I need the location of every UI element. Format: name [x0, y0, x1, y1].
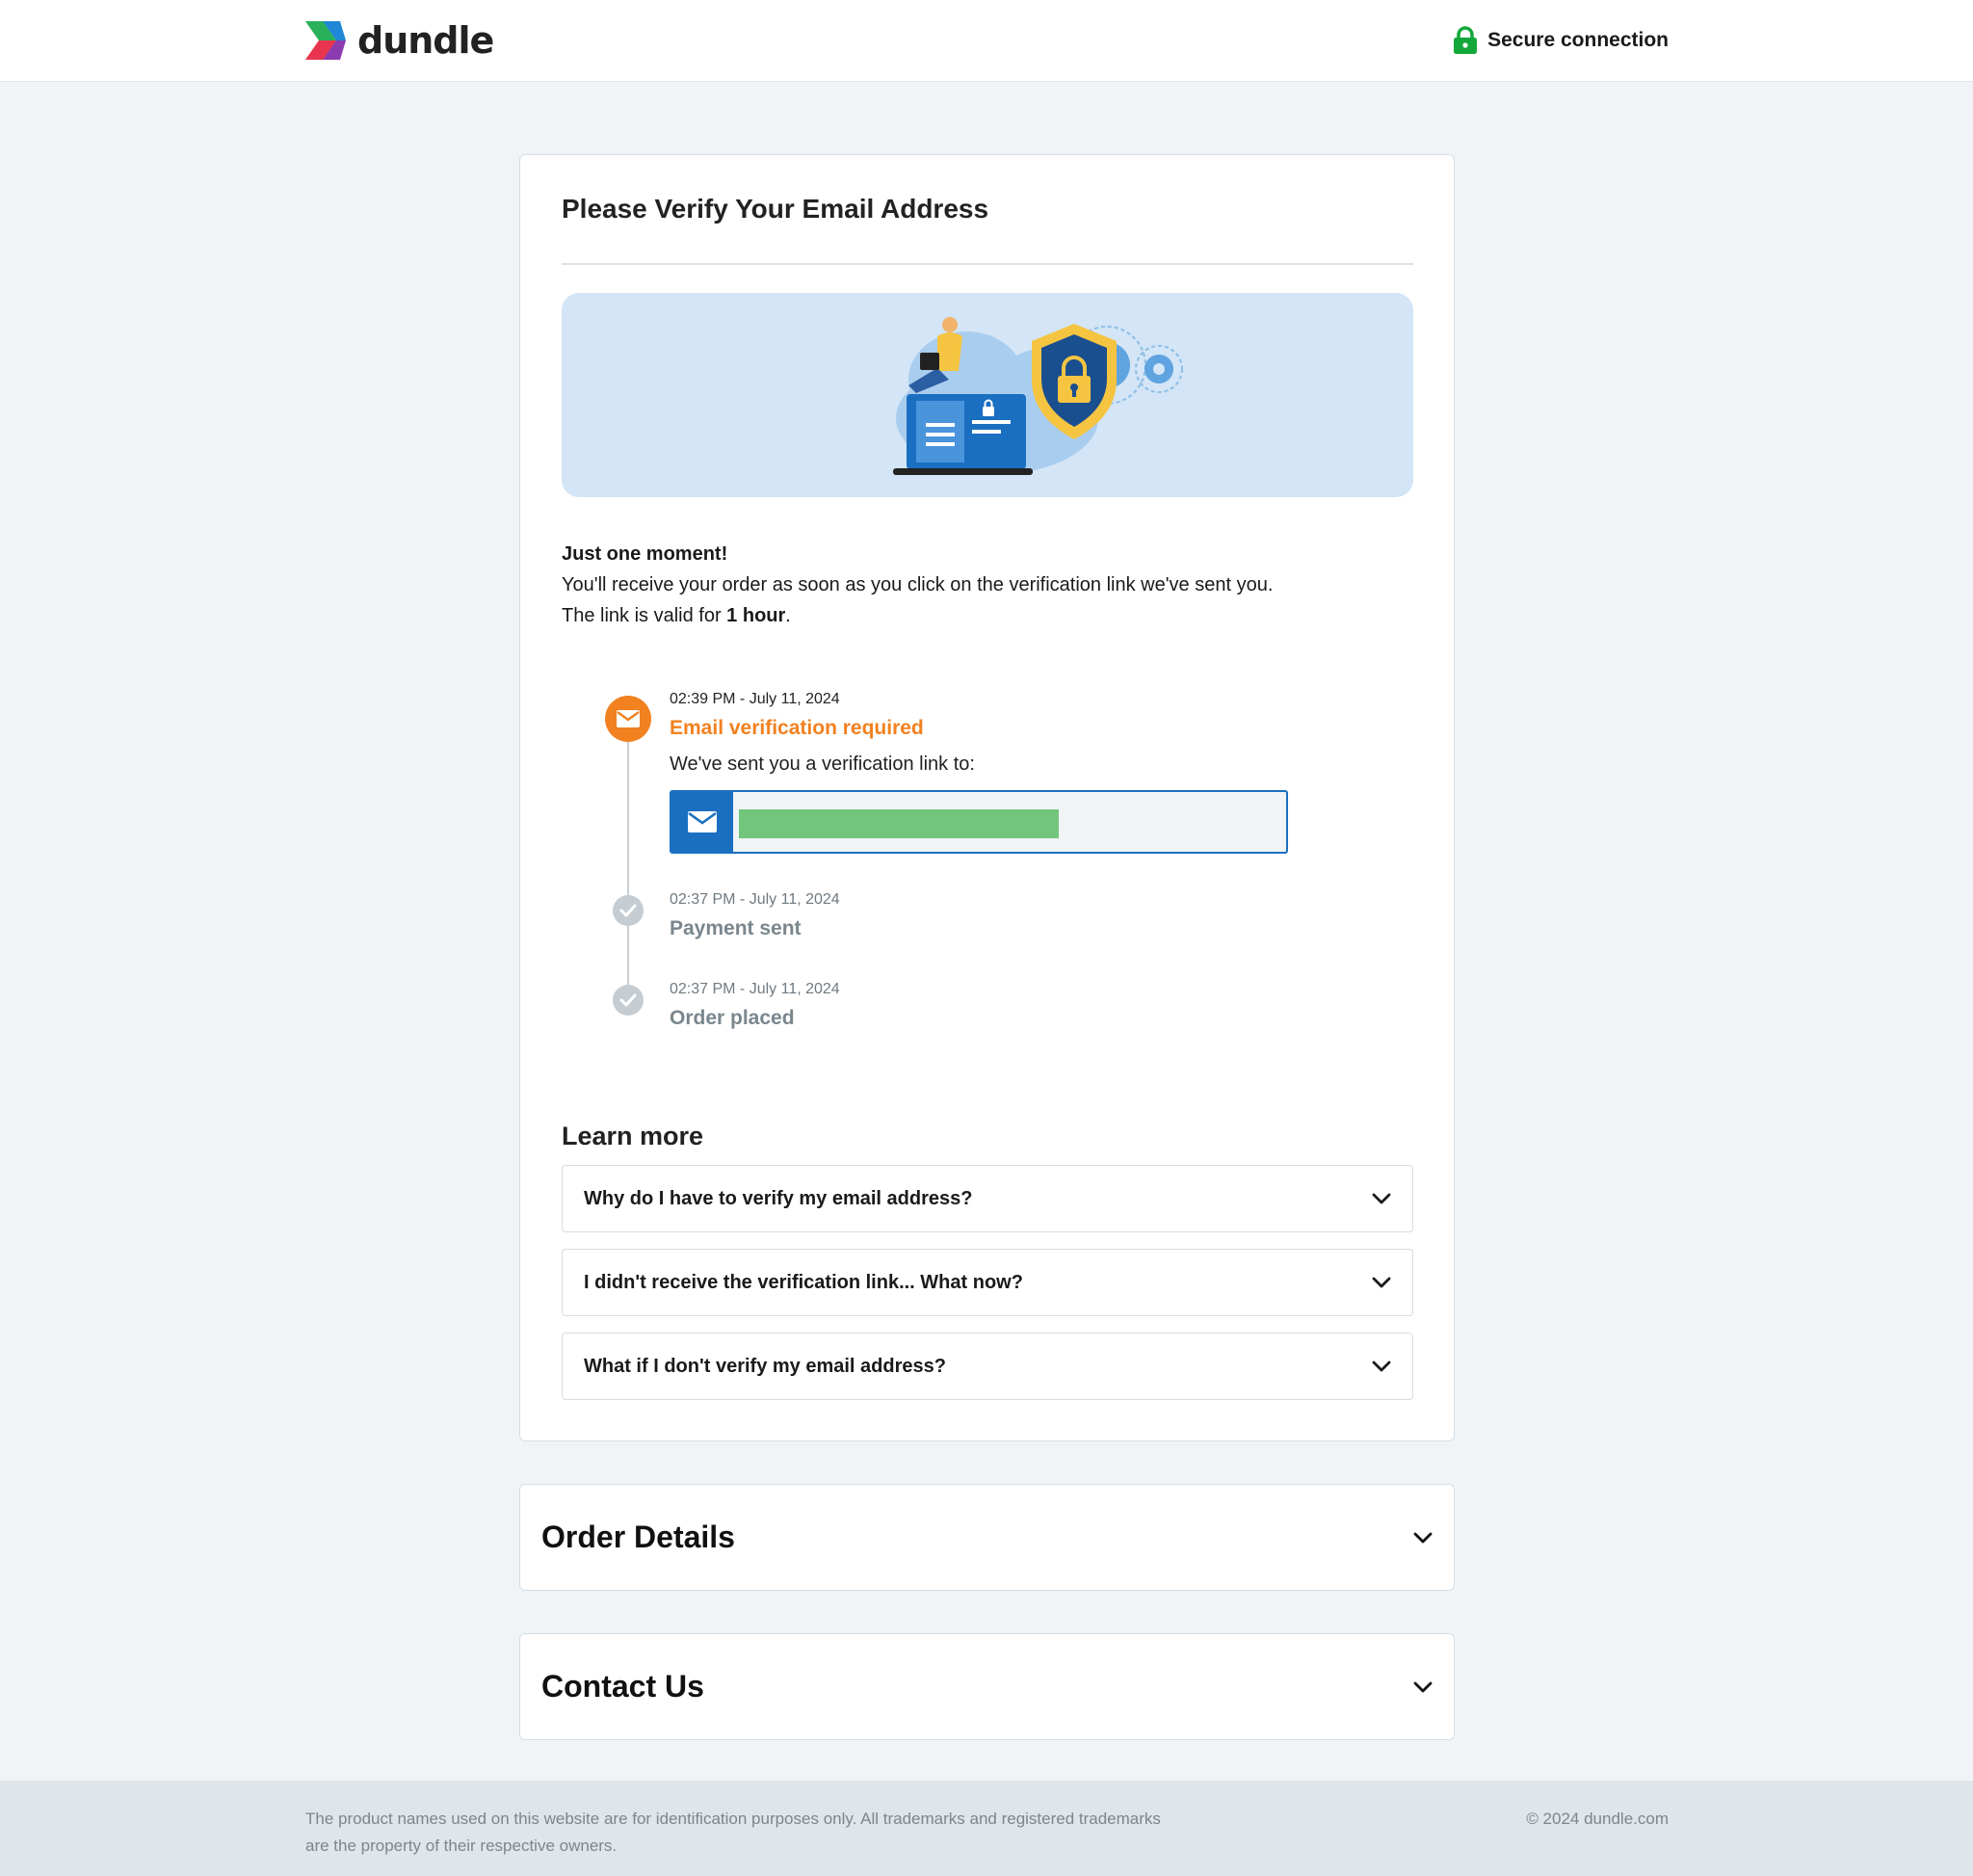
timeline-step-3-time: 02:37 PM - July 11, 2024: [670, 981, 840, 997]
contact-us-title: Contact Us: [541, 1669, 704, 1704]
message-heading: Just one moment!: [562, 543, 728, 565]
check-icon: [619, 993, 637, 1007]
trademark-disclaimer: The product names used on this website a…: [305, 1810, 1161, 1855]
message-line-2-prefix: The link is valid for: [562, 605, 727, 626]
faq-question: Why do I have to verify my email address…: [584, 1187, 973, 1209]
redacted-email-address: [739, 809, 1059, 838]
dundle-logo-mark-icon: [305, 21, 346, 60]
security-illustration-banner: [562, 293, 1413, 497]
timeline-step-active: [605, 696, 651, 742]
envelope-icon: [617, 710, 640, 727]
chevron-down-icon: [1413, 1532, 1433, 1543]
timeline-step-1-time: 02:39 PM - July 11, 2024: [670, 691, 840, 707]
lock-icon: [1454, 26, 1478, 54]
email-field-icon-cell: [671, 792, 733, 852]
verification-message: Just one moment! You'll receive your ord…: [562, 539, 1409, 631]
contact-us-section[interactable]: Contact Us: [519, 1633, 1455, 1740]
faq-item-dont-verify[interactable]: What if I don't verify my email address?: [562, 1333, 1413, 1400]
timeline-step-2-check: [613, 895, 644, 926]
order-details-section[interactable]: Order Details: [519, 1484, 1455, 1591]
page-title: Please Verify Your Email Address: [562, 194, 989, 224]
message-line-2-suffix: .: [785, 605, 791, 626]
chevron-down-icon: [1413, 1681, 1433, 1692]
message-line-1: You'll receive your order as soon as you…: [562, 574, 1274, 595]
verification-email-field: [670, 790, 1288, 854]
verify-email-card: Please Verify Your Email Address Just on…: [519, 154, 1455, 1441]
timeline-step-1-subtitle: We've sent you a verification link to:: [670, 753, 975, 775]
chevron-down-icon: [1372, 1361, 1391, 1372]
check-icon: [619, 904, 637, 917]
secure-connection-label: Secure connection: [1487, 29, 1669, 51]
top-bar: dundle Secure connection: [0, 0, 1973, 82]
brand-name: dundle: [357, 19, 494, 62]
dundle-logo[interactable]: dundle: [303, 19, 494, 62]
envelope-icon: [688, 811, 717, 832]
faq-question: I didn't receive the verification link..…: [584, 1271, 1023, 1293]
timeline-step-3-title: Order placed: [670, 1007, 795, 1029]
chevron-down-icon: [1372, 1277, 1391, 1288]
secure-connection-indicator: Secure connection: [1453, 25, 1669, 56]
faq-question: What if I don't verify my email address?: [584, 1355, 946, 1377]
order-details-title: Order Details: [541, 1519, 735, 1554]
page-footer: The product names used on this website a…: [0, 1781, 1973, 1876]
faq-item-no-link-received[interactable]: I didn't receive the verification link..…: [562, 1249, 1413, 1316]
security-illustration: [893, 317, 1183, 475]
timeline-connector: [627, 724, 629, 1003]
timeline-step-2-time: 02:37 PM - July 11, 2024: [670, 891, 840, 908]
chevron-down-icon: [1372, 1193, 1391, 1204]
message-line-2: The link is valid for 1 hour.: [562, 600, 1409, 631]
title-divider: [562, 263, 1413, 265]
timeline-step-2-title: Payment sent: [670, 917, 802, 939]
timeline-step-3-check: [613, 985, 644, 1016]
copyright-notice: © 2024 dundle.com: [1526, 1810, 1669, 1828]
timeline-step-1-title: Email verification required: [670, 717, 924, 739]
link-validity-duration: 1 hour: [726, 605, 786, 626]
faq-item-why-verify[interactable]: Why do I have to verify my email address…: [562, 1165, 1413, 1232]
learn-more-heading: Learn more: [562, 1122, 704, 1150]
